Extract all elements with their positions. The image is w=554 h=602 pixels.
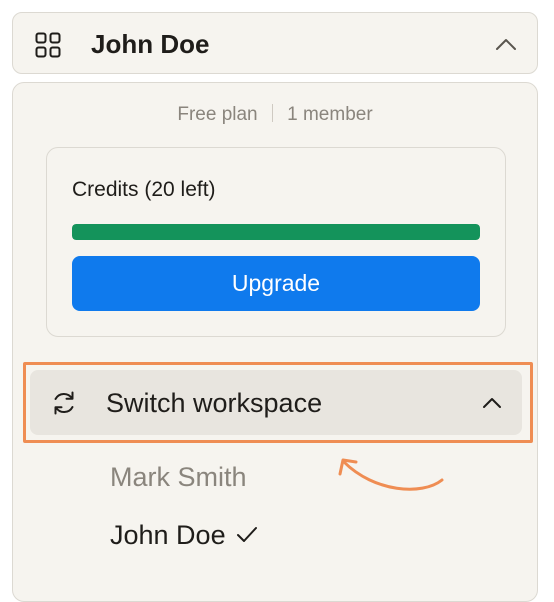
credits-title: Credits (20 left) — [72, 178, 216, 201]
switch-workspace-button[interactable]: Switch workspace — [30, 370, 522, 435]
plan-summary: Free plan 1 member — [13, 103, 537, 127]
checkmark-icon — [236, 527, 257, 542]
upgrade-button[interactable]: Upgrade — [72, 256, 480, 311]
chevron-up-icon — [496, 39, 516, 50]
workspace-option-john-doe[interactable]: John Doe — [110, 518, 258, 552]
chevron-up-icon — [483, 398, 501, 408]
current-workspace-name: John Doe — [91, 29, 210, 59]
grid-icon — [35, 32, 61, 58]
workspace-selector[interactable]: John Doe — [12, 12, 538, 74]
plan-name: Free plan — [177, 104, 258, 125]
credits-progress-fill — [72, 224, 480, 240]
workspace-dropdown-panel: Free plan 1 member Credits (20 left) Upgr… — [12, 82, 538, 602]
switch-workspace-label: Switch workspace — [106, 388, 323, 418]
refresh-icon — [54, 391, 74, 415]
workspace-option-mark-smith[interactable]: Mark Smith — [110, 460, 247, 494]
divider — [271, 104, 274, 122]
workspace-option-label: John Doe — [110, 520, 226, 550]
workspace-option-label: Mark Smith — [110, 462, 247, 492]
annotation-arrow-icon — [338, 458, 444, 491]
member-count: 1 member — [287, 104, 373, 125]
credits-card: Credits (20 left) Upgrade — [46, 147, 506, 337]
credits-progress-bar — [72, 224, 480, 240]
